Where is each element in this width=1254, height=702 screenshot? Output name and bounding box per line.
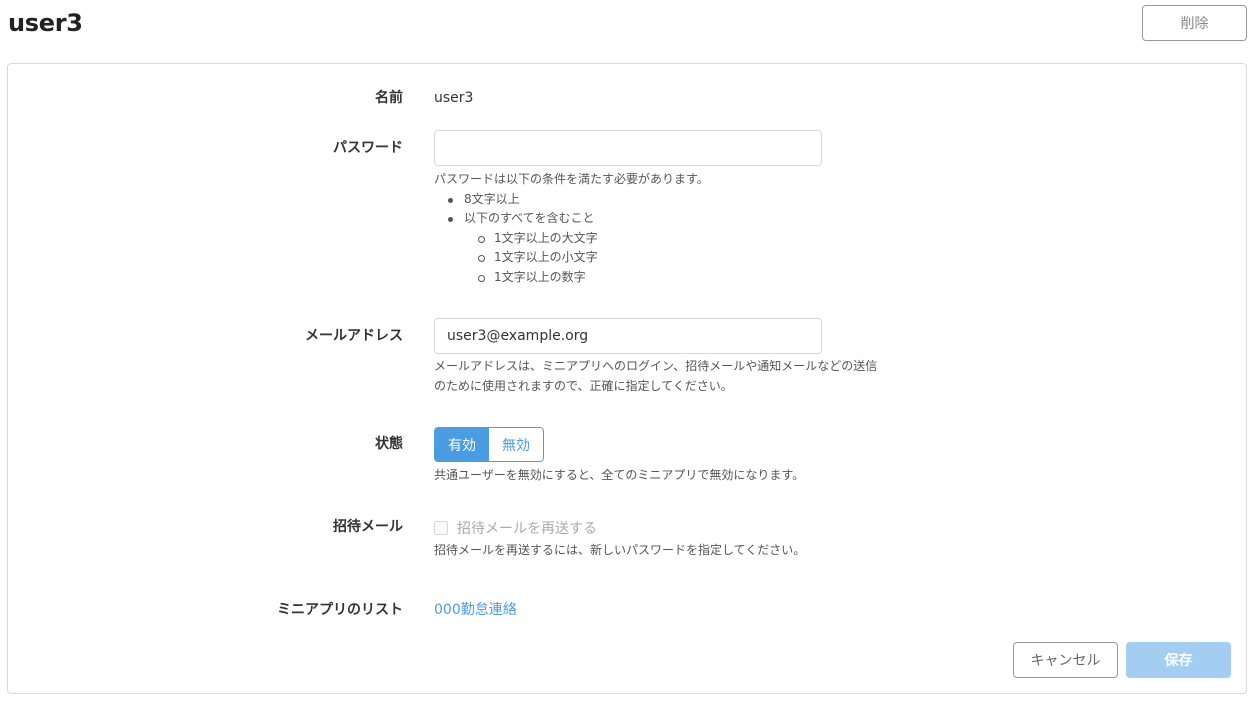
password-rule-item: 以下のすべてを含むこと xyxy=(434,209,709,229)
email-help-line: のために使用されますので、正確に指定してください。 xyxy=(434,378,733,393)
resend-invite-checkbox-label[interactable]: 招待メールを再送する xyxy=(457,518,597,538)
invite-label: 招待メール xyxy=(333,519,403,535)
password-rule-item: 8文字以上 xyxy=(434,190,709,210)
email-help: メールアドレスは、ミニアプリへのログイン、招待メールや通知メールなどの送信 のた… xyxy=(434,357,877,396)
status-toggle: 有効 無効 xyxy=(434,427,544,462)
password-help-intro: パスワードは以下の条件を満たす必要があります。 xyxy=(434,172,709,186)
password-help: パスワードは以下の条件を満たす必要があります。 8文字以上 以下のすべてを含むこ… xyxy=(434,170,709,287)
password-subrule-item: 1文字以上の数字 xyxy=(434,268,709,288)
status-label: 状態 xyxy=(375,436,403,452)
email-label: メールアドレス xyxy=(305,328,403,344)
status-help: 共通ユーザーを無効にすると、全てのミニアプリで無効になります。 xyxy=(434,468,805,482)
password-subrule-item: 1文字以上の大文字 xyxy=(434,229,709,249)
page-title: user3 xyxy=(8,9,83,37)
password-input[interactable] xyxy=(434,130,822,166)
save-button[interactable]: 保存 xyxy=(1126,642,1231,678)
status-enabled-option[interactable]: 有効 xyxy=(435,428,489,461)
miniapp-link[interactable]: 000勤怠連絡 xyxy=(434,600,517,620)
status-disabled-option[interactable]: 無効 xyxy=(489,428,543,461)
delete-button[interactable]: 削除 xyxy=(1142,5,1247,41)
email-help-line: メールアドレスは、ミニアプリへのログイン、招待メールや通知メールなどの送信 xyxy=(434,359,878,373)
resend-invite-row: 招待メールを再送する xyxy=(434,518,597,538)
password-rules-list: 8文字以上 以下のすべてを含むこと 1文字以上の大文字 1文字以上の小文字 1文… xyxy=(434,190,709,288)
invite-help: 招待メールを再送するには、新しいパスワードを指定してください。 xyxy=(434,543,806,557)
name-label: 名前 xyxy=(375,90,403,106)
miniapps-label: ミニアプリのリスト xyxy=(277,602,403,618)
cancel-button[interactable]: キャンセル xyxy=(1013,642,1118,678)
email-input[interactable] xyxy=(434,318,822,354)
resend-invite-checkbox[interactable] xyxy=(434,521,448,535)
password-label: パスワード xyxy=(333,140,403,156)
password-subrule-item: 1文字以上の小文字 xyxy=(434,248,709,268)
name-value: user3 xyxy=(434,90,474,106)
user-edit-card: 名前 user3 パスワード パスワードは以下の条件を満たす必要があります。 8… xyxy=(7,63,1247,694)
